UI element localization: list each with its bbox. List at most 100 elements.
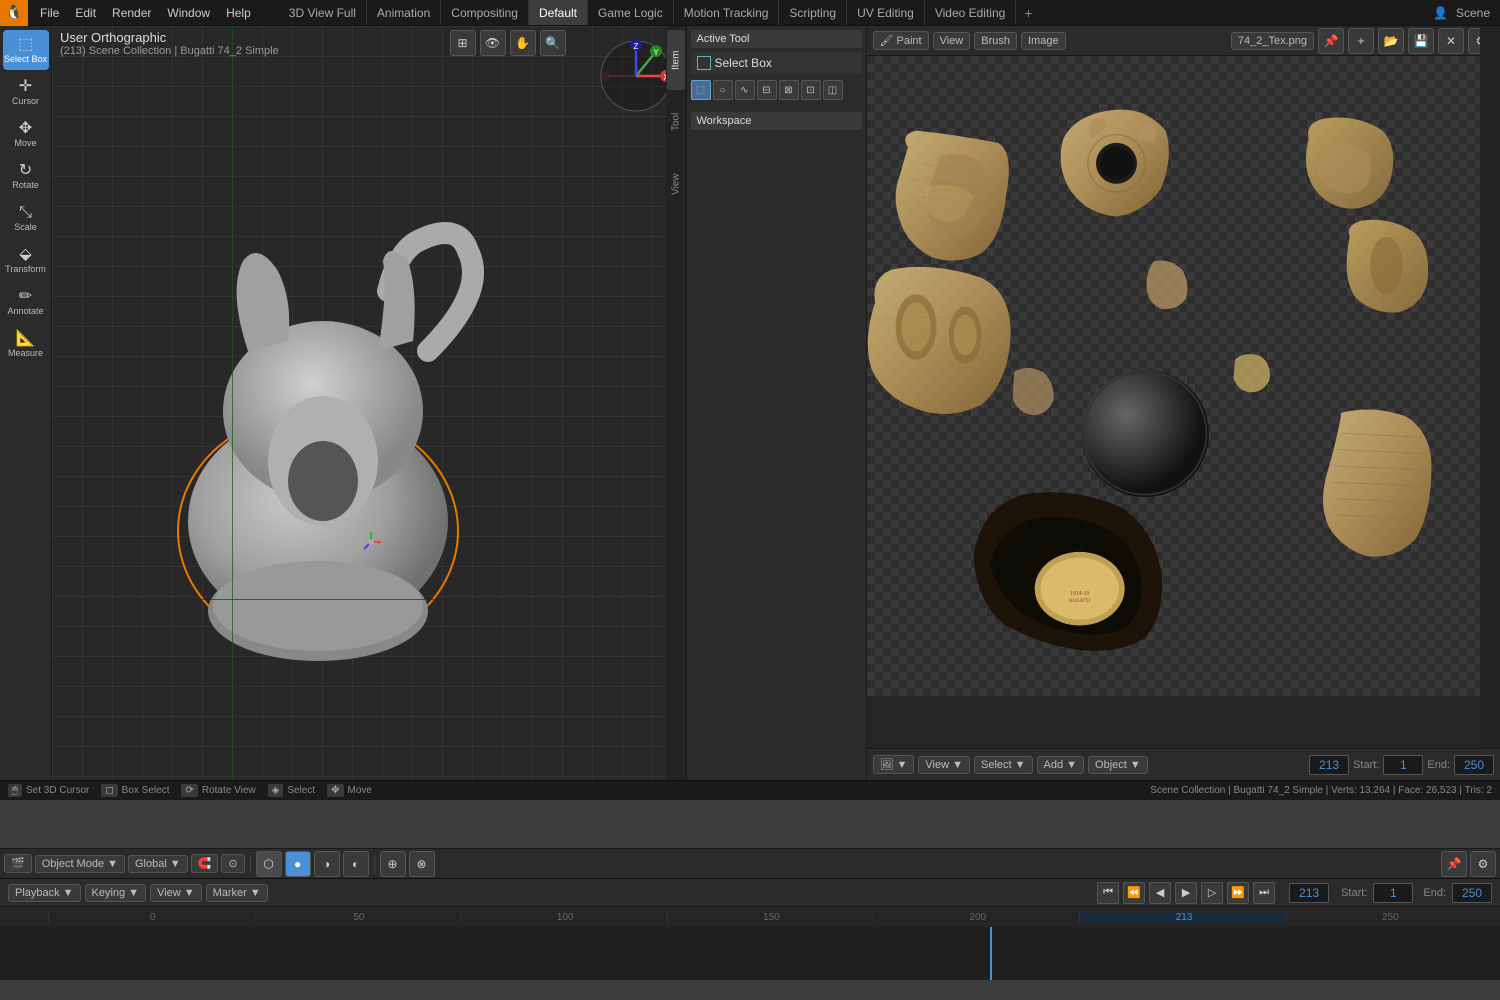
viewport-icon-btn[interactable]: 🎬 — [4, 854, 32, 873]
tool-rotate[interactable]: ↻ Rotate — [3, 156, 49, 196]
prev-keyframe-btn[interactable]: ⏪ — [1123, 882, 1145, 904]
jump-start-btn[interactable]: ⏮ — [1097, 882, 1119, 904]
tab-animation[interactable]: Animation — [367, 0, 441, 25]
tool-move[interactable]: ✥ Move — [3, 114, 49, 154]
tool-annotate[interactable]: ✏ Annotate — [3, 282, 49, 322]
keying-dropdown[interactable]: Keying ▼ — [85, 884, 147, 902]
viewport-global-btn[interactable]: Global ▼ — [128, 855, 188, 873]
uv-image-name[interactable]: 74_2_Tex.png — [1231, 32, 1314, 50]
menu-edit[interactable]: Edit — [67, 0, 104, 25]
timeline-playhead — [990, 927, 992, 980]
side-tab-tool[interactable]: Tool — [667, 92, 685, 152]
tool-transform[interactable]: ⬙ Transform — [3, 240, 49, 280]
tab-game-logic[interactable]: Game Logic — [588, 0, 674, 25]
annotate-label: Annotate — [7, 307, 43, 316]
uv-select-btn[interactable]: Select ▼ — [974, 756, 1033, 774]
view-type-label: User Orthographic — [60, 30, 279, 45]
add-workspace-button[interactable]: + — [1016, 5, 1040, 21]
jump-end-btn[interactable]: ⏭ — [1253, 882, 1275, 904]
menu-window[interactable]: Window — [159, 0, 218, 25]
uv-pin-btn[interactable]: 📌 — [1318, 28, 1344, 54]
side-tab-view[interactable]: View — [667, 154, 685, 214]
active-tool-section: Active Tool Select Box ⬚ ○ ∿ ⊟ ⊠ — [691, 30, 862, 106]
timeline-view-label: View — [157, 887, 181, 899]
start-frame-display[interactable]: 1 — [1373, 883, 1413, 903]
menu-help[interactable]: Help — [218, 0, 259, 25]
shading-rendered[interactable]: ◐ — [343, 851, 369, 877]
timeline-content[interactable] — [0, 927, 1500, 980]
active-tool-header[interactable]: Active Tool — [691, 30, 862, 48]
proportional-btn[interactable]: ⊙ — [221, 854, 244, 873]
uv-pin-icon[interactable]: 📌 — [1441, 851, 1467, 877]
tool-select-box[interactable]: ⬚ Select Box — [3, 30, 49, 70]
tab-3d-view-full[interactable]: 3D View Full — [279, 0, 367, 25]
select-mode-extra3[interactable]: ⊡ — [801, 80, 821, 100]
nav-search-btn[interactable]: 🔍 — [540, 30, 566, 56]
status-set-cursor: 🖱 Set 3D Cursor — [8, 784, 89, 797]
uv-start-frame[interactable]: 1 — [1383, 755, 1423, 775]
gizmo-btn[interactable]: ⊗ — [409, 851, 435, 877]
end-frame-display[interactable]: 250 — [1452, 883, 1492, 903]
uv-end-frame[interactable]: 250 — [1454, 755, 1494, 775]
tool-cursor[interactable]: ✛ Cursor — [3, 72, 49, 112]
nav-grid-btn[interactable]: ⊞ — [450, 30, 476, 56]
uv-object-btn[interactable]: Object ▼ — [1088, 756, 1148, 774]
shading-solid[interactable]: ● — [285, 851, 311, 877]
uv-view-btn[interactable]: View — [933, 32, 971, 50]
step-back-btn[interactable]: ◀ — [1149, 882, 1171, 904]
select-mode-extra1[interactable]: ⊟ — [757, 80, 777, 100]
uv-object-mode-btn[interactable]: 🖼 ▼ — [873, 755, 915, 774]
timeline-view-dropdown[interactable]: View ▼ — [150, 884, 202, 902]
select-mode-extra2[interactable]: ⊠ — [779, 80, 799, 100]
uv-content-area[interactable]: 1914-19 BUGATTI — [867, 56, 1481, 748]
uv-add-btn[interactable]: Add ▼ — [1037, 756, 1085, 774]
workspace-header[interactable]: Workspace — [691, 112, 862, 130]
select-mode-circle[interactable]: ○ — [713, 80, 733, 100]
tab-video-editing[interactable]: Video Editing — [925, 0, 1017, 25]
tool-measure[interactable]: 📐 Measure — [3, 324, 49, 364]
uv-bottom-controls: 📌 ⚙ — [1441, 851, 1496, 877]
next-keyframe-btn[interactable]: ⏩ — [1227, 882, 1249, 904]
playback-dropdown[interactable]: Playback ▼ — [8, 884, 81, 902]
uv-brush-btn[interactable]: Brush — [974, 32, 1017, 50]
3d-viewport[interactable]: User Orthographic (213) Scene Collection… — [52, 26, 686, 780]
scene-label: Scene — [1456, 6, 1490, 20]
uv-save-btn[interactable]: 💾 — [1408, 28, 1434, 54]
orientation-gizmo[interactable]: X Y Z — [596, 36, 676, 116]
current-frame-display[interactable]: 213 — [1289, 883, 1329, 903]
tool-scale[interactable]: ⤡ Scale — [3, 198, 49, 238]
box-select-label: Box Select — [122, 785, 170, 796]
uv-open-btn[interactable]: 📂 — [1378, 28, 1404, 54]
play-btn[interactable]: ▶ — [1175, 882, 1197, 904]
snapping-btn[interactable]: 🧲 — [191, 854, 219, 873]
uv-image-btn[interactable]: Image — [1021, 32, 1066, 50]
uv-settings-icon[interactable]: ⚙ — [1470, 851, 1496, 877]
menu-render[interactable]: Render — [104, 0, 159, 25]
tab-compositing[interactable]: Compositing — [441, 0, 529, 25]
nav-pan-btn[interactable]: ✋ — [510, 30, 536, 56]
uv-close-btn[interactable]: ✕ — [1438, 28, 1464, 54]
side-tab-item[interactable]: Item — [667, 30, 685, 90]
tab-motion-tracking[interactable]: Motion Tracking — [674, 0, 780, 25]
step-fwd-btn[interactable]: ▷ — [1201, 882, 1223, 904]
select-mode-lasso[interactable]: ∿ — [735, 80, 755, 100]
tab-default[interactable]: Default — [529, 0, 588, 25]
select-mode-box[interactable]: ⬚ — [691, 80, 711, 100]
uv-paint-btn[interactable]: 🖌 Paint — [873, 31, 929, 50]
uv-frame-controls: 213 Start: 1 End: 250 — [1309, 755, 1494, 775]
object-mode-dropdown[interactable]: Object Mode ▼ — [35, 855, 125, 873]
tab-scripting[interactable]: Scripting — [779, 0, 847, 25]
overlay-btn[interactable]: ⊕ — [380, 851, 406, 877]
shading-wireframe[interactable]: ⬡ — [256, 851, 282, 877]
uv-view-btn2[interactable]: View ▼ — [918, 756, 970, 774]
tab-uv-editing[interactable]: UV Editing — [847, 0, 925, 25]
marker-dropdown[interactable]: Marker ▼ — [206, 884, 268, 902]
uv-frame-number[interactable]: 213 — [1309, 755, 1349, 775]
nav-perspective-btn[interactable]: 👁 — [480, 30, 506, 56]
panel-content: Active Tool Select Box ⬚ ○ ∿ ⊟ ⊠ — [687, 26, 866, 780]
menu-file[interactable]: File — [32, 0, 67, 25]
uv-new-btn[interactable]: + — [1348, 28, 1374, 54]
select-mode-extra4[interactable]: ◫ — [823, 80, 843, 100]
shading-material[interactable]: ◑ — [314, 851, 340, 877]
select-box-mini-icon — [697, 56, 711, 70]
